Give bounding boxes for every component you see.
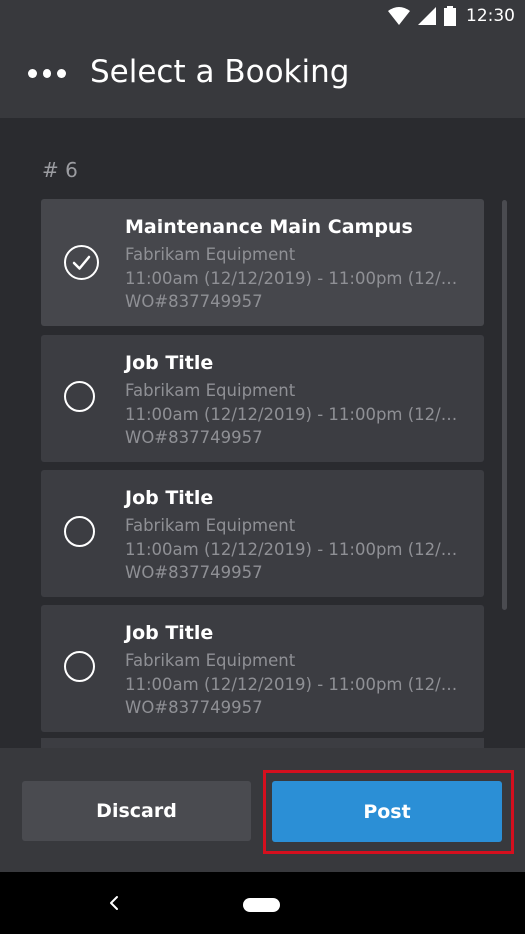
discard-button[interactable]: Discard (22, 781, 251, 841)
result-count: # 6 (42, 158, 78, 182)
booking-time-range: 11:00am (12/12/2019) - 11:00pm (12/30/20… (125, 269, 465, 288)
booking-company: Fabrikam Equipment (125, 381, 296, 400)
more-icon[interactable] (28, 66, 67, 80)
booking-work-order: WO#837749957 (125, 428, 263, 447)
booking-title: Job Title (125, 352, 214, 374)
scrollbar[interactable] (502, 200, 507, 610)
back-icon[interactable] (104, 892, 124, 914)
booking-company: Fabrikam Equipment (125, 245, 296, 264)
status-time: 12:30 (466, 6, 515, 26)
signal-icon (418, 7, 436, 25)
booking-company: Fabrikam Equipment (125, 516, 296, 535)
wifi-icon (388, 7, 410, 25)
booking-title: Job Title (125, 622, 214, 644)
booking-title: Job Title (125, 487, 214, 509)
status-bar: 12:30 (0, 0, 525, 36)
booking-work-order: WO#837749957 (125, 292, 263, 311)
booking-card-partial[interactable] (41, 738, 484, 748)
radio-button[interactable] (64, 516, 95, 547)
post-button[interactable]: Post (272, 781, 502, 842)
radio-button[interactable] (64, 651, 95, 682)
action-bar: Discard Post (0, 748, 525, 872)
booking-card[interactable]: Job Title Fabrikam Equipment 11:00am (12… (41, 470, 484, 597)
booking-time-range: 11:00am (12/12/2019) - 11:00pm (12/30/20… (125, 540, 465, 559)
booking-card[interactable]: Job Title Fabrikam Equipment 11:00am (12… (41, 605, 484, 732)
booking-work-order: WO#837749957 (125, 563, 263, 582)
page-title: Select a Booking (90, 54, 350, 90)
booking-title: Maintenance Main Campus (125, 216, 413, 238)
app-header: Select a Booking (0, 36, 525, 118)
booking-work-order: WO#837749957 (125, 698, 263, 717)
system-nav-bar (0, 872, 525, 934)
battery-icon (444, 6, 456, 26)
home-icon[interactable] (243, 898, 280, 912)
booking-card[interactable]: Maintenance Main Campus Fabrikam Equipme… (41, 199, 484, 326)
post-button-highlight: Post (263, 770, 514, 854)
booking-company: Fabrikam Equipment (125, 651, 296, 670)
booking-time-range: 11:00am (12/12/2019) - 11:00pm (12/30/20… (125, 405, 465, 424)
booking-card[interactable]: Job Title Fabrikam Equipment 11:00am (12… (41, 335, 484, 462)
radio-button[interactable] (64, 381, 95, 412)
booking-time-range: 11:00am (12/12/2019) - 11:00pm (12/30/20… (125, 675, 465, 694)
booking-list[interactable]: # 6 Maintenance Main Campus Fabrikam Equ… (0, 118, 525, 748)
check-icon[interactable] (63, 244, 100, 281)
